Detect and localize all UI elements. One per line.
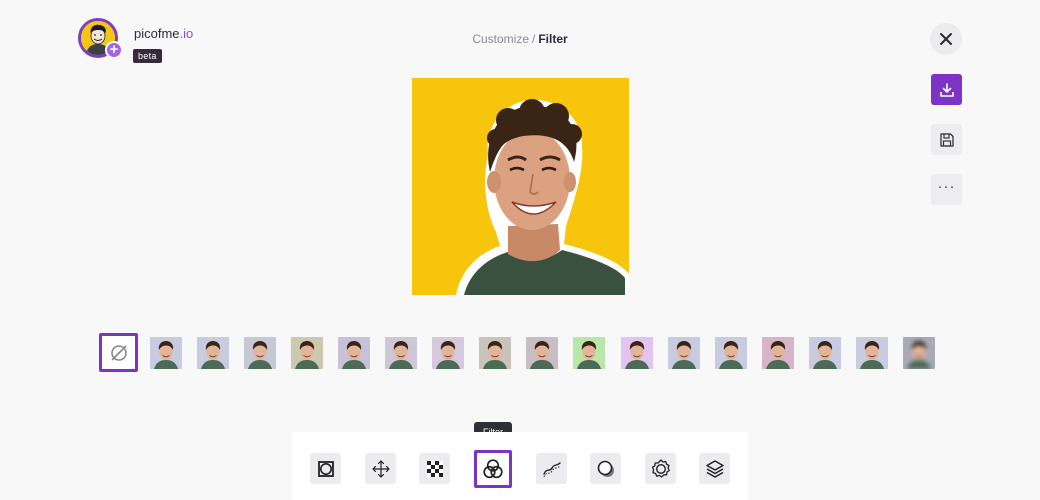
filter-preview-image — [856, 337, 888, 369]
more-button[interactable]: ··· — [931, 174, 962, 205]
filter-thumb[interactable] — [150, 337, 182, 369]
filter-preview-image — [385, 337, 417, 369]
tool-layers[interactable] — [699, 453, 730, 484]
breadcrumb-separator: / — [532, 32, 536, 46]
no-filter-icon — [110, 344, 127, 361]
tool-filter[interactable] — [474, 450, 512, 488]
image-canvas[interactable] — [412, 78, 629, 295]
filter-thumb[interactable] — [338, 337, 370, 369]
download-button[interactable] — [931, 74, 962, 105]
filter-thumb[interactable] — [197, 337, 229, 369]
download-icon — [939, 82, 954, 97]
filter-thumb[interactable] — [903, 337, 935, 369]
tool-effects[interactable] — [645, 453, 676, 484]
tool-shadow[interactable] — [590, 453, 621, 484]
filter-preview-image — [526, 337, 558, 369]
bottom-toolbar — [292, 432, 748, 500]
filter-preview-image — [291, 337, 323, 369]
filter-thumb[interactable] — [856, 337, 888, 369]
filter-preview-image — [621, 337, 653, 369]
filter-preview-image — [573, 337, 605, 369]
checkerboard-icon — [426, 460, 443, 477]
filter-thumb[interactable] — [621, 337, 653, 369]
shadow-icon — [597, 460, 614, 477]
filter-preview-image — [432, 337, 464, 369]
more-icon: ··· — [937, 178, 956, 195]
filter-preview-image — [244, 337, 276, 369]
filter-thumb-none[interactable] — [99, 333, 138, 372]
save-button[interactable] — [931, 124, 962, 155]
filter-preview-image — [809, 337, 841, 369]
filter-thumb[interactable] — [762, 337, 794, 369]
breadcrumb-customize[interactable]: Customize — [472, 32, 529, 46]
filter-preview-image — [715, 337, 747, 369]
filter-thumb[interactable] — [432, 337, 464, 369]
filter-thumb[interactable] — [573, 337, 605, 369]
filter-icon — [483, 459, 503, 479]
filter-preview-image — [479, 337, 511, 369]
move-icon — [371, 459, 390, 478]
frame-icon — [317, 460, 334, 477]
tool-frame[interactable] — [310, 453, 341, 484]
filter-preview-image — [150, 337, 182, 369]
filter-thumb[interactable] — [668, 337, 700, 369]
filter-thumb[interactable] — [715, 337, 747, 369]
portrait-image — [412, 78, 629, 295]
filter-thumb[interactable] — [385, 337, 417, 369]
breadcrumb: Customize / Filter — [0, 32, 1040, 46]
tool-outline[interactable] — [536, 453, 567, 484]
save-icon — [939, 132, 954, 147]
outline-icon — [542, 461, 561, 477]
filter-thumb[interactable] — [809, 337, 841, 369]
filter-thumb[interactable] — [244, 337, 276, 369]
filter-preview-image — [903, 337, 935, 369]
filter-thumb[interactable] — [479, 337, 511, 369]
breadcrumb-current: Filter — [538, 32, 568, 46]
close-icon — [940, 33, 952, 45]
badge-icon — [651, 458, 670, 478]
close-button[interactable] — [930, 23, 962, 55]
filter-preview-image — [668, 337, 700, 369]
beta-badge: beta — [133, 49, 162, 63]
filter-preview-image — [197, 337, 229, 369]
filter-thumb[interactable] — [291, 337, 323, 369]
filter-preview-image — [338, 337, 370, 369]
filter-preview-image — [762, 337, 794, 369]
layers-icon — [705, 459, 724, 478]
filter-thumb[interactable] — [526, 337, 558, 369]
tool-background[interactable] — [419, 453, 450, 484]
tool-move[interactable] — [365, 453, 396, 484]
